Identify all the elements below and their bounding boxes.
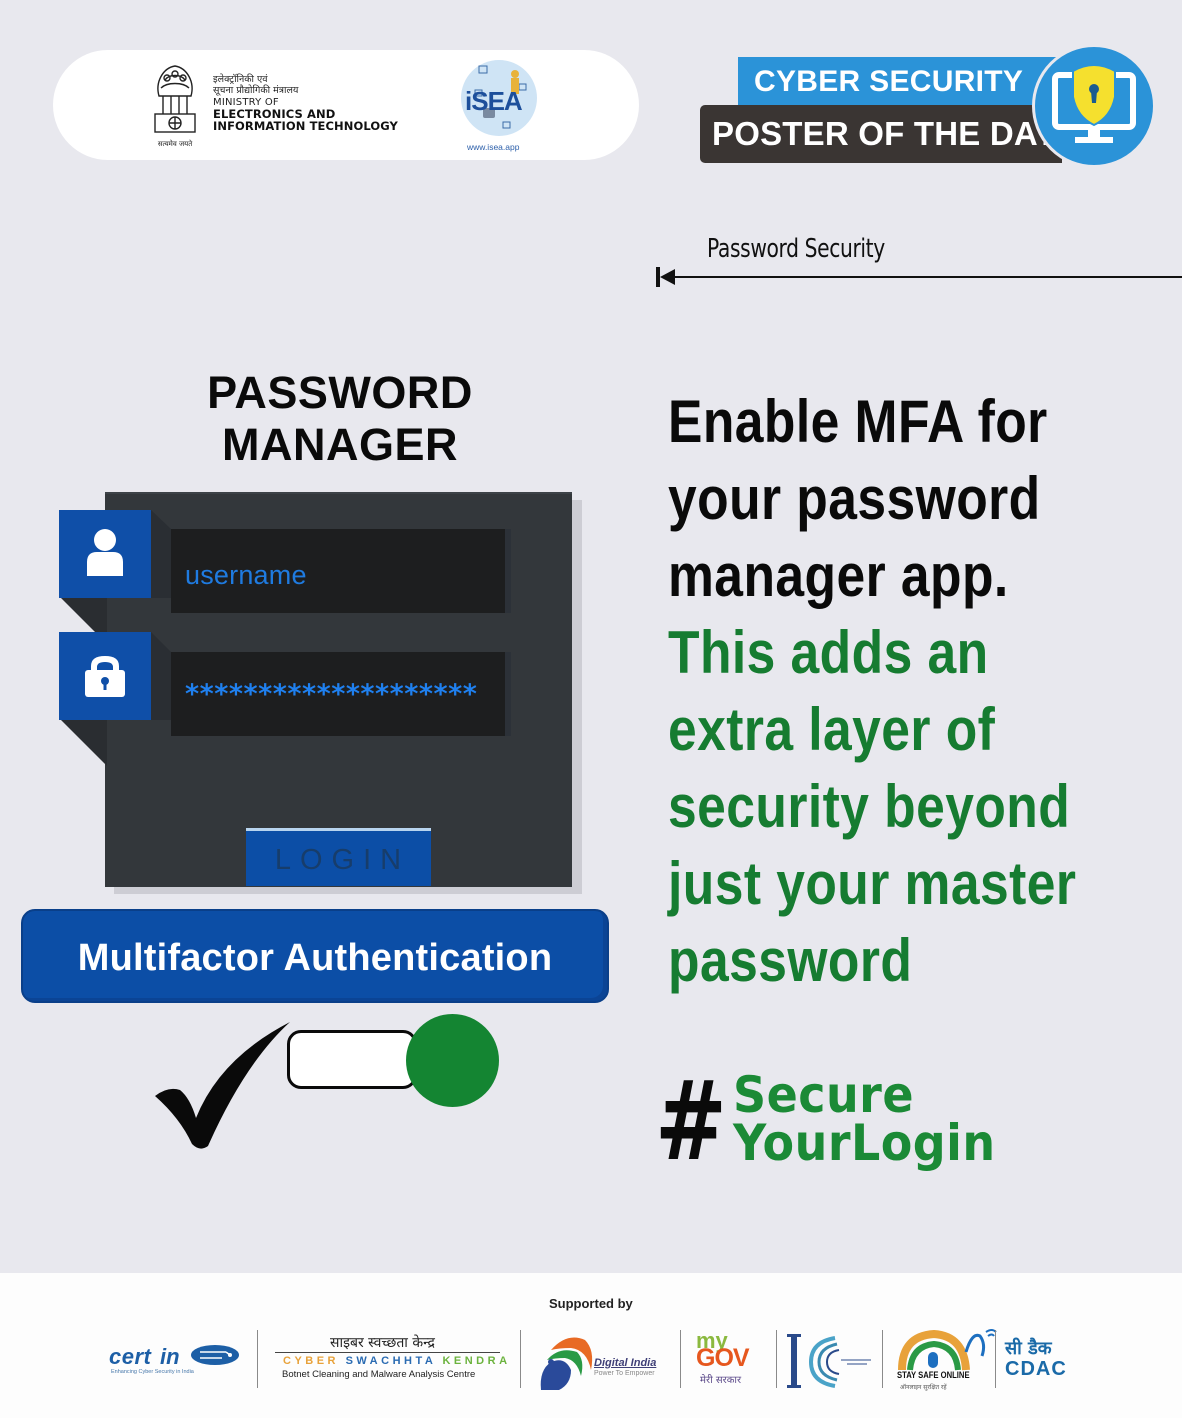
checkmark-icon xyxy=(155,1022,290,1149)
mfa-toggle-track[interactable] xyxy=(287,1030,417,1089)
ministry-hindi-line2: सूचना प्रौद्योगिकी मंत्रालय xyxy=(213,85,299,96)
csk-name-part: SWACHHTA xyxy=(345,1355,443,1367)
ministry-name: इलेक्ट्रॉनिकी एवं सूचना प्रौद्योगिकी मंत… xyxy=(213,74,398,132)
title-line2: MANAGER xyxy=(222,419,458,470)
hashtag-line2: YourLogin xyxy=(733,1114,996,1172)
username-icon-box xyxy=(59,510,151,598)
ministry-hindi-line1: इलेक्ट्रॉनिकी एवं xyxy=(213,74,268,85)
cdac-name: CDAC xyxy=(1005,1358,1067,1380)
username-field[interactable]: username xyxy=(171,529,505,613)
lock-icon xyxy=(85,656,125,697)
login-button[interactable]: LOGIN xyxy=(246,828,431,886)
banner-poster-of-the-day: POSTER OF THE DAY xyxy=(700,105,1062,163)
footer-separator xyxy=(257,1330,258,1388)
certin-tagline: Enhancing Cyber Security in India xyxy=(111,1369,194,1375)
svg-text:सत्यमेव जयते: सत्यमेव जयते xyxy=(158,139,193,148)
mygov-gov: GOV xyxy=(696,1344,750,1372)
icon-box-shadow xyxy=(59,718,107,766)
login-label: LOGIN xyxy=(274,844,411,876)
ministry-en-line3: INFORMATION TECHNOLOGY xyxy=(213,119,398,133)
csk-divider xyxy=(275,1352,500,1353)
digital-india-name: Digital India xyxy=(594,1357,657,1369)
csk-name-part: CYBER xyxy=(283,1355,346,1367)
certin-logo: cert xyxy=(109,1344,152,1369)
hashtag-symbol: # xyxy=(655,1057,727,1185)
field-bevel xyxy=(151,510,171,598)
mfa-label: Multifactor Authentication xyxy=(77,937,553,979)
cdac-hindi: सी डैक xyxy=(1005,1338,1052,1359)
password-field[interactable]: ******************** xyxy=(171,652,505,736)
digital-india-tagline: Power To Empower xyxy=(594,1370,655,1377)
message-line: manager app. xyxy=(668,542,1009,609)
banner-icon-circle xyxy=(1032,44,1156,168)
field-edge xyxy=(505,529,511,613)
banner-line2: POSTER OF THE DAY xyxy=(712,115,1058,152)
message-line: your password xyxy=(668,465,1041,532)
digital-india-logo-icon xyxy=(540,1337,593,1390)
section-label: Password Security xyxy=(707,234,885,264)
section-divider-line xyxy=(665,276,1182,278)
stay-safe-online-name: STAY SAFE ONLINE xyxy=(897,1370,970,1380)
footer-separator xyxy=(680,1330,681,1388)
stay-safe-online-tagline: ऑनलाइन सुरक्षित रहें xyxy=(900,1384,947,1391)
mfa-toggle-knob[interactable] xyxy=(406,1014,499,1107)
footer-separator xyxy=(520,1330,521,1388)
csk-hindi: साइबर स्वच्छता केन्द्र xyxy=(330,1335,435,1351)
field-edge xyxy=(505,652,511,736)
message-line: security beyond xyxy=(668,773,1071,840)
footer-separator xyxy=(882,1330,883,1388)
title-line1: PASSWORD xyxy=(207,367,473,418)
certin-circuit-icon xyxy=(191,1345,239,1365)
partner-logo-pill: सत्यमेव जयते इलेक्ट्रॉनिकी एवं सूचना प्र… xyxy=(53,50,639,160)
banner-cyber-security: CYBER SECURITY xyxy=(738,57,1058,107)
hashtag-line1: Secure xyxy=(733,1066,914,1124)
ic-logo-icon xyxy=(787,1334,871,1388)
field-bevel xyxy=(151,632,171,720)
csk-name-part: KENDRA xyxy=(442,1355,511,1367)
message-line: just your master xyxy=(668,850,1077,917)
footer-separator xyxy=(776,1330,777,1388)
monitor-shield-keyhole-icon xyxy=(1052,64,1136,143)
mfa-message: Enable MFA for your password manager app… xyxy=(668,383,1115,999)
message-line: This adds an xyxy=(668,619,989,686)
multifactor-authentication-button[interactable]: Multifactor Authentication xyxy=(21,909,609,1003)
message-line: Enable MFA for xyxy=(668,388,1048,455)
user-icon xyxy=(87,529,123,576)
isea-url: www.isea.app xyxy=(467,142,520,152)
mygov-tagline: मेरी सरकार xyxy=(700,1375,742,1386)
csk-name: CYBER SWACHHTA KENDRA xyxy=(283,1355,511,1367)
password-icon-box xyxy=(59,632,151,720)
isea-logo-text: iSEA xyxy=(465,86,523,116)
certin-logo-in: in xyxy=(160,1344,180,1369)
footer-separator xyxy=(995,1330,996,1388)
csk-subtitle: Botnet Cleaning and Malware Analysis Cen… xyxy=(282,1369,476,1380)
message-line: extra layer of xyxy=(668,696,996,763)
national-emblem-icon: सत्यमेव जयते xyxy=(154,65,196,148)
banner-line1: CYBER SECURITY xyxy=(754,65,1024,98)
username-value: username xyxy=(185,560,307,590)
password-value: ******************** xyxy=(185,679,478,710)
supported-by-label: Supported by xyxy=(549,1296,633,1311)
password-manager-title: PASSWORD MANAGER xyxy=(170,367,510,471)
message-line: password xyxy=(668,927,913,994)
